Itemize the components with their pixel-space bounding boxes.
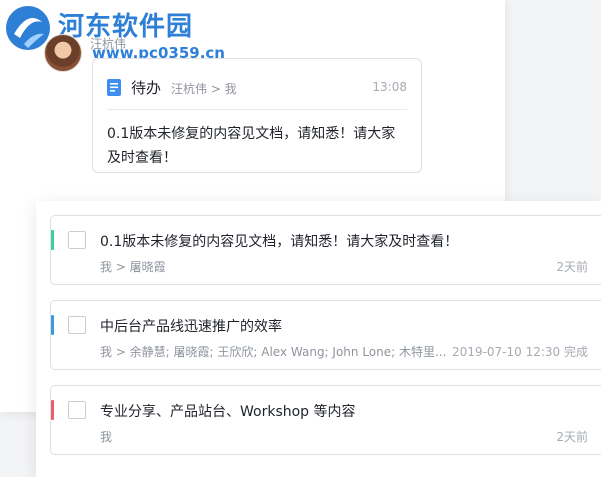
- task-checkbox[interactable]: [68, 231, 86, 249]
- task-color-bar: [51, 400, 54, 420]
- task-assignees: 我: [100, 430, 113, 444]
- sender-name: 汪杭伟: [90, 37, 127, 51]
- avatar[interactable]: [44, 34, 82, 72]
- card-divider: [107, 109, 407, 110]
- card-route: 汪杭伟 > 我: [171, 82, 237, 96]
- task-list-panel: 0.1版本未修复的内容见文档，请知悉！请大家及时查看！ 我 > 屠晓霞 2天前 …: [36, 201, 601, 477]
- task-checkbox[interactable]: [68, 401, 86, 419]
- task-item[interactable]: 0.1版本未修复的内容见文档，请知悉！请大家及时查看！ 我 > 屠晓霞 2天前: [50, 215, 601, 285]
- card-header: 待办 汪杭伟 > 我 13:08: [107, 77, 407, 99]
- task-checkbox[interactable]: [68, 316, 86, 334]
- task-item[interactable]: 中后台产品线迅速推广的效率 我 > 余静慧; 屠晓霞; 王欣欣; Alex Wa…: [50, 300, 601, 370]
- card-title: 待办: [131, 79, 162, 97]
- card-timestamp: 13:08: [372, 80, 407, 94]
- task-title: 专业分享、产品站台、Workshop 等内容: [100, 404, 356, 420]
- task-time: 2天前: [556, 260, 588, 274]
- task-assignees: 我 > 屠晓霞: [100, 260, 166, 274]
- todo-message-card[interactable]: 待办 汪杭伟 > 我 13:08 0.1版本未修复的内容见文档，请知悉！请大家及…: [92, 58, 422, 173]
- task-color-bar: [51, 230, 54, 250]
- card-body-text: 0.1版本未修复的内容见文档，请知悉！请大家及时查看！: [107, 126, 396, 166]
- task-title: 中后台产品线迅速推广的效率: [100, 319, 282, 335]
- task-time: 2天前: [556, 430, 588, 444]
- task-color-bar: [51, 315, 54, 335]
- todo-doc-icon: [107, 79, 121, 96]
- task-time: 2019-07-10 12:30 完成: [452, 345, 588, 359]
- task-assignees: 我 > 余静慧; 屠晓霞; 王欣欣; Alex Wang; John Lone;…: [100, 345, 447, 359]
- task-item[interactable]: 专业分享、产品站台、Workshop 等内容 我 2天前: [50, 385, 601, 455]
- task-title: 0.1版本未修复的内容见文档，请知悉！请大家及时查看！: [100, 234, 459, 250]
